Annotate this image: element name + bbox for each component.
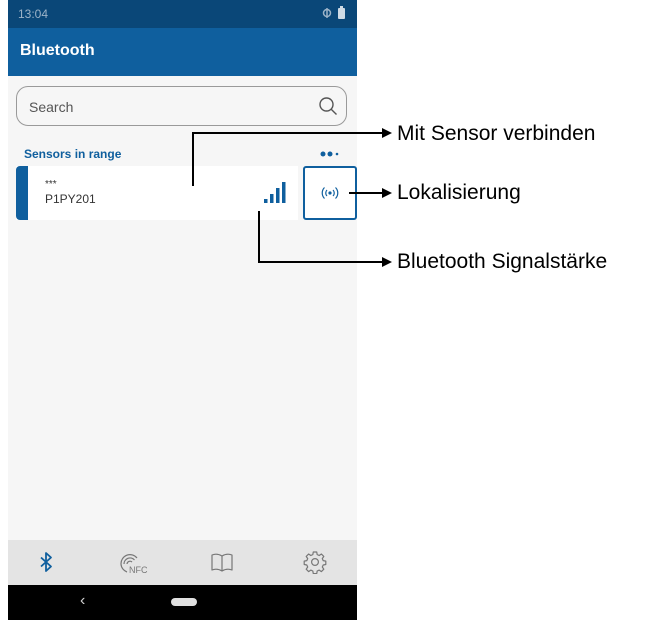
annotation-signal: Bluetooth Signalstärke	[397, 250, 608, 273]
annotation-connect: Mit Sensor verbinden	[397, 122, 596, 145]
locate-callout-arrow	[382, 188, 392, 198]
connect-callout-arrow	[382, 128, 392, 138]
callout-lines	[192, 128, 392, 267]
signal-callout-line	[258, 211, 382, 263]
connect-callout-line	[192, 132, 382, 186]
signal-callout-arrow	[382, 257, 392, 267]
annotation-locate: Lokalisierung	[397, 181, 521, 204]
